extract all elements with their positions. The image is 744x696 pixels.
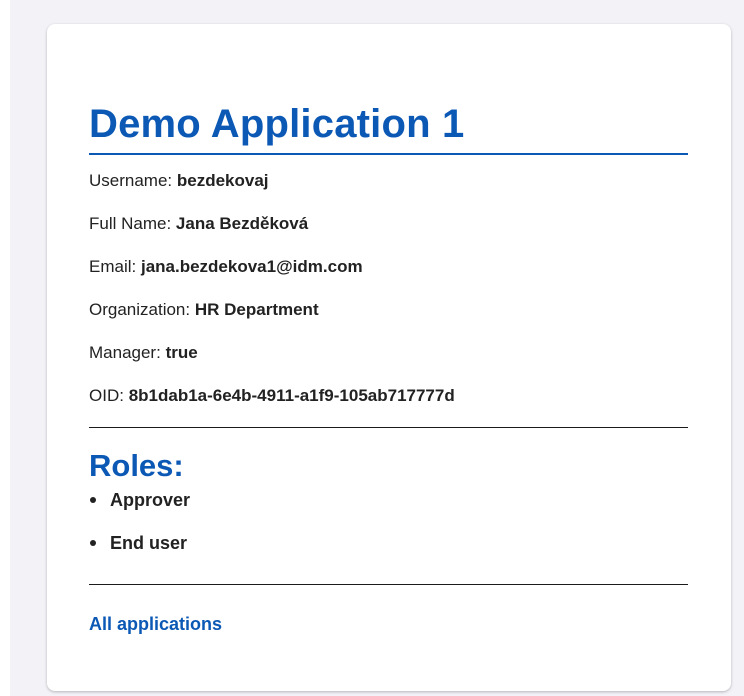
bullet-icon [90, 540, 96, 546]
all-applications-link[interactable]: All applications [89, 612, 222, 636]
manager-row: Manager: true [89, 341, 689, 384]
organization-row: Organization: HR Department [89, 298, 689, 341]
email-value: jana.bezdekova1@idm.com [140, 257, 363, 276]
user-info: Username: bezdekovaj Full Name: Jana Bez… [89, 169, 689, 427]
manager-value: true [165, 343, 198, 362]
full-name-row: Full Name: Jana Bezděková [89, 212, 689, 255]
divider [89, 584, 688, 585]
role-label: Approver [110, 490, 191, 510]
left-strip [0, 0, 10, 696]
list-item: End user [89, 531, 689, 574]
manager-label: Manager: [89, 343, 161, 362]
roles-list: Approver End user [89, 488, 689, 574]
roles-heading: Roles: [89, 448, 184, 483]
full-name-label: Full Name: [89, 214, 172, 233]
username-label: Username: [89, 171, 173, 190]
app-card: Demo Application 1 Username: bezdekovaj … [47, 24, 731, 691]
oid-value: 8b1dab1a-6e4b-4911-a1f9-105ab717777d [128, 386, 455, 405]
organization-label: Organization: [89, 300, 191, 319]
email-row: Email: jana.bezdekova1@idm.com [89, 255, 689, 298]
email-label: Email: [89, 257, 137, 276]
organization-value: HR Department [194, 300, 319, 319]
page: Demo Application 1 Username: bezdekovaj … [0, 0, 744, 696]
oid-row: OID: 8b1dab1a-6e4b-4911-a1f9-105ab717777… [89, 384, 689, 427]
full-name-value: Jana Bezděková [175, 214, 309, 233]
divider [89, 427, 688, 428]
username-value: bezdekovaj [176, 171, 269, 190]
role-label: End user [110, 533, 188, 553]
list-item: Approver [89, 488, 689, 531]
bullet-icon [90, 497, 96, 503]
oid-label: OID: [89, 386, 124, 405]
username-row: Username: bezdekovaj [89, 169, 689, 212]
page-title: Demo Application 1 [89, 100, 688, 155]
